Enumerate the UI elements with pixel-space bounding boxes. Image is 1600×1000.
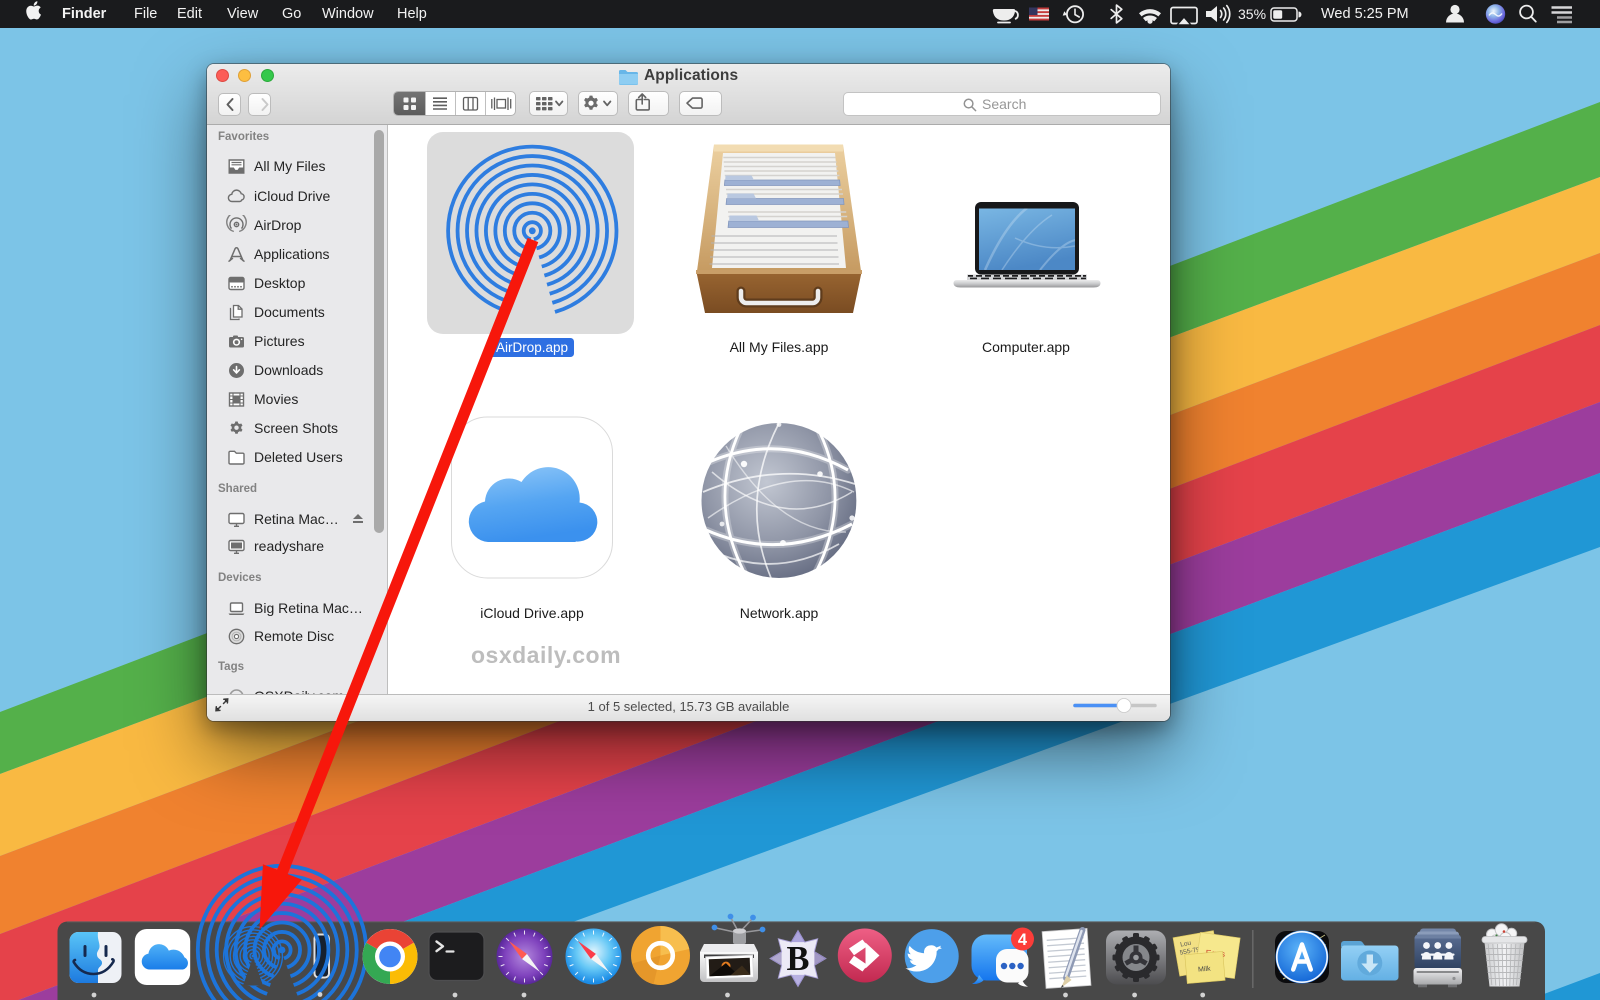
svg-text:Milk: Milk	[1198, 965, 1212, 973]
svg-text:4: 4	[1018, 931, 1028, 949]
svg-text:B: B	[787, 940, 810, 978]
